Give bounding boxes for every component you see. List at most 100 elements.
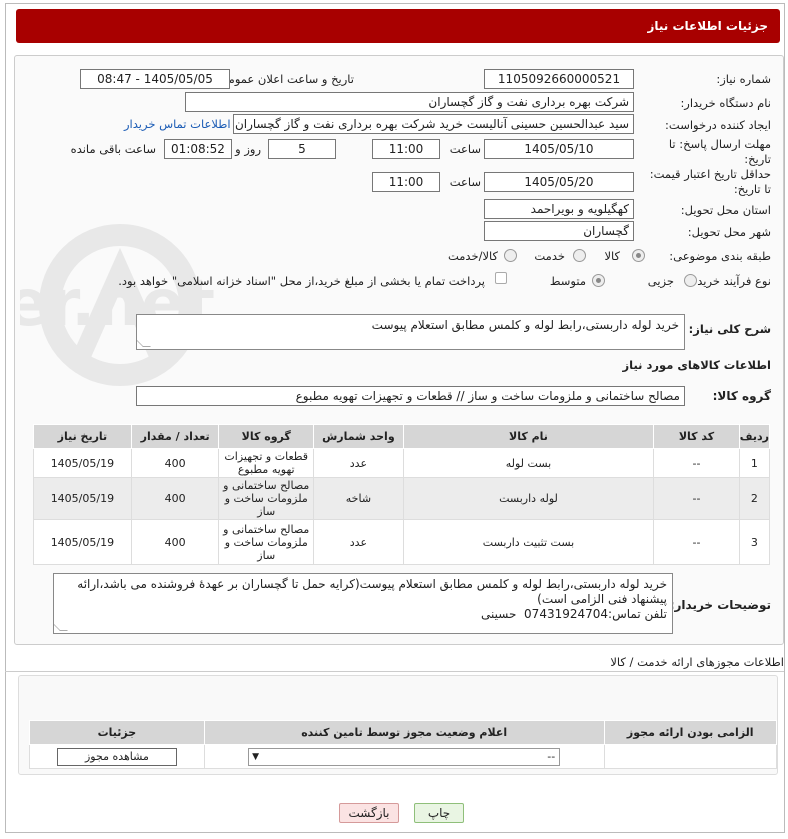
process-minor-radio[interactable] xyxy=(684,274,697,287)
creator-field: سید عبدالحسین حسینی آنالیست خرید شرکت به… xyxy=(233,114,634,134)
price-validity-label: حداقل تاریخ اعتبار قیمت: تا تاریخ: xyxy=(649,167,771,196)
remaining-time-field: 01:08:52 xyxy=(164,139,232,159)
need-number-field: 1105092660000521 xyxy=(484,69,634,89)
price-date-field: 1405/05/20 xyxy=(484,172,634,192)
cell-index: 1 xyxy=(738,448,771,478)
cell-unit: شاخه xyxy=(313,477,404,520)
cell-group: قطعات و تجهیزات تهویه مطبوع xyxy=(218,448,315,478)
city-field: گچساران xyxy=(484,221,634,241)
city-label: شهر محل تحویل: xyxy=(687,225,771,239)
province-label: استان محل تحویل: xyxy=(680,203,771,217)
treasury-checkbox[interactable] xyxy=(495,272,507,284)
category-service-label: خدمت xyxy=(534,249,565,263)
col-group: گروه کالا xyxy=(218,424,315,449)
summary-label: شرح کلی نیاز: xyxy=(688,322,771,336)
resize-grip-icon[interactable] xyxy=(54,623,68,631)
items-table-header: ردیف کد کالا نام کالا واحد شمارش گروه کا… xyxy=(33,424,771,449)
cell-code: -- xyxy=(653,477,740,520)
license-table-header: الزامی بودن ارائه مجوز اعلام وضعیت مجوز … xyxy=(29,720,777,745)
cell-qty: 400 xyxy=(130,519,220,565)
days-label: روز و xyxy=(235,142,261,156)
cell-group: مصالح ساختمانی و ملزومات ساخت و ساز xyxy=(218,519,315,565)
col-code: کد کالا xyxy=(653,424,740,449)
creator-label: ایجاد کننده درخواست: xyxy=(665,118,771,132)
need-number-label: شماره نیاز: xyxy=(716,72,771,86)
page-title: جزئیات اطلاعات نیاز xyxy=(647,19,768,33)
section-divider xyxy=(5,671,784,672)
category-service-radio[interactable] xyxy=(573,249,586,262)
price-time-field: 11:00 xyxy=(372,172,440,192)
cell-date: 1405/05/19 xyxy=(33,448,132,478)
items-table: ردیف کد کالا نام کالا واحد شمارش گروه کا… xyxy=(33,424,771,565)
cell-code: -- xyxy=(653,448,740,478)
col-name: نام کالا xyxy=(402,424,655,449)
license-row: -- ▼ مشاهده مجوز xyxy=(29,744,777,769)
cell-qty: 400 xyxy=(130,477,220,520)
days-field: 5 xyxy=(268,139,336,159)
buyer-notes-textarea[interactable]: خرید لوله داربستی،رابط لوله و کلمس مطابق… xyxy=(53,573,673,634)
cell-name: لوله داربست xyxy=(402,477,655,520)
category-goods-label: کالا xyxy=(604,249,620,263)
buyer-contact-link[interactable]: اطلاعات تماس خریدار xyxy=(124,117,231,131)
cell-unit: عدد xyxy=(313,448,404,478)
process-minor-label: جزیی xyxy=(647,274,674,288)
summary-textarea[interactable]: خرید لوله داربستی،رابط لوله و کلمس مطابق… xyxy=(136,314,685,350)
process-medium-radio[interactable] xyxy=(592,274,605,287)
summary-text: خرید لوله داربستی،رابط لوله و کلمس مطابق… xyxy=(371,318,679,332)
buyer-org-field: شرکت بهره برداری نفت و گاز گچساران xyxy=(185,92,634,112)
chevron-down-icon: ▼ xyxy=(252,751,260,762)
license-status-value: -- xyxy=(547,749,556,763)
category-both-radio[interactable] xyxy=(504,249,517,262)
reply-time-label: ساعت xyxy=(449,142,481,156)
cell-index: 2 xyxy=(738,477,771,520)
back-button[interactable]: بازگشت xyxy=(339,803,399,823)
table-row: 3 -- بست تثبیت داربست عدد مصالح ساختمانی… xyxy=(33,519,771,565)
cell-qty: 400 xyxy=(130,448,220,478)
process-label: نوع فرآیند خرید : xyxy=(689,274,771,288)
col-unit: واحد شمارش xyxy=(313,424,404,449)
license-status-select[interactable]: -- ▼ xyxy=(248,747,561,766)
cell-code: -- xyxy=(653,519,740,565)
resize-grip-icon[interactable] xyxy=(137,339,151,347)
table-row: 2 -- لوله داربست شاخه مصالح ساختمانی و م… xyxy=(33,477,771,520)
col-index: ردیف xyxy=(738,424,771,449)
buyer-notes-text: خرید لوله داربستی،رابط لوله و کلمس مطابق… xyxy=(77,577,667,621)
license-required-cell xyxy=(603,744,777,769)
cell-date: 1405/05/19 xyxy=(33,477,132,520)
price-time-label: ساعت xyxy=(449,175,481,189)
license-section-title: اطلاعات مجوزهای ارائه خدمت / کالا xyxy=(610,655,784,669)
goods-group-label: گروه کالا: xyxy=(712,389,771,403)
col-license-required: الزامی بودن ارائه مجوز xyxy=(603,720,777,745)
buyer-notes-label: توضیحات خریدار: xyxy=(669,598,771,612)
cell-index: 3 xyxy=(738,519,771,565)
col-license-details: جزئیات xyxy=(29,720,205,745)
reply-date-field: 1405/05/10 xyxy=(484,139,634,159)
col-qty: تعداد / مقدار xyxy=(130,424,220,449)
cell-name: بست لوله xyxy=(402,448,655,478)
cell-group: مصالح ساختمانی و ملزومات ساخت و ساز xyxy=(218,477,315,520)
goods-info-title: اطلاعات کالاهای مورد نیاز xyxy=(622,358,771,372)
goods-group-field: مصالح ساختمانی و ملزومات ساخت و ساز // ق… xyxy=(136,386,685,406)
announce-label: تاریخ و ساعت اعلان عمومی: xyxy=(215,72,354,86)
license-status-cell: -- ▼ xyxy=(203,744,605,769)
buyer-org-label: نام دستگاه خریدار: xyxy=(680,96,771,110)
col-date: تاریخ نیاز xyxy=(33,424,132,449)
province-field: کهگیلویه و بویراحمد xyxy=(484,199,634,219)
category-goods-radio[interactable] xyxy=(632,249,645,262)
view-license-button[interactable]: مشاهده مجوز xyxy=(56,747,177,766)
category-label: طبقه بندی موضوعی: xyxy=(669,249,771,263)
category-both-label: کالا/خدمت xyxy=(447,249,498,263)
license-details-cell: مشاهده مجوز xyxy=(29,744,205,769)
cell-unit: عدد xyxy=(313,519,404,565)
process-medium-label: متوسط xyxy=(549,274,586,288)
table-row: 1 -- بست لوله عدد قطعات و تجهیزات تهویه … xyxy=(33,448,771,478)
announce-field: 1405/05/05 - 08:47 xyxy=(80,69,230,89)
page-header: جزئیات اطلاعات نیاز xyxy=(16,9,780,43)
payment-note: پرداخت تمام یا بخشی از مبلغ خرید،از محل … xyxy=(118,274,485,288)
cell-name: بست تثبیت داربست xyxy=(402,519,655,565)
reply-time-field: 11:00 xyxy=(372,139,440,159)
col-license-status: اعلام وضعیت مجوز توسط تامین کننده xyxy=(203,720,605,745)
license-table: الزامی بودن ارائه مجوز اعلام وضعیت مجوز … xyxy=(29,720,777,769)
remaining-label: ساعت باقی مانده xyxy=(70,142,156,156)
print-button[interactable]: چاپ xyxy=(414,803,464,823)
